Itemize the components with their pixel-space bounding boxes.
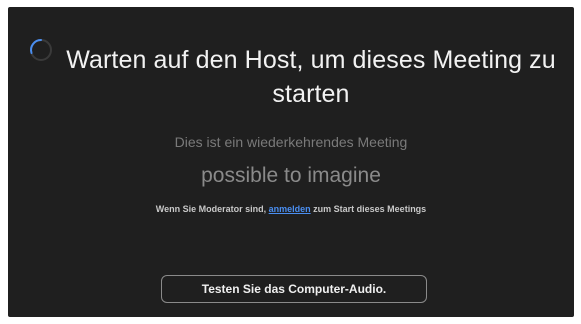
waiting-room-dialog: Warten auf den Host, um dieses Meeting z… <box>8 7 574 317</box>
host-note-prefix: Wenn Sie Moderator sind, <box>155 204 269 214</box>
host-sign-in-note: Wenn Sie Moderator sind, anmelden zum St… <box>8 203 574 215</box>
test-computer-audio-button[interactable]: Testen Sie das Computer-Audio. <box>161 275 427 303</box>
meeting-name: possible to imagine <box>201 164 381 187</box>
waiting-title: Warten auf den Host, um dieses Meeting z… <box>66 46 556 108</box>
sign-in-link[interactable]: anmelden <box>269 204 311 214</box>
recurring-meeting-text: Dies ist ein wiederkehrendes Meeting <box>174 134 408 150</box>
host-note-suffix: zum Start dieses Meetings <box>310 204 427 214</box>
